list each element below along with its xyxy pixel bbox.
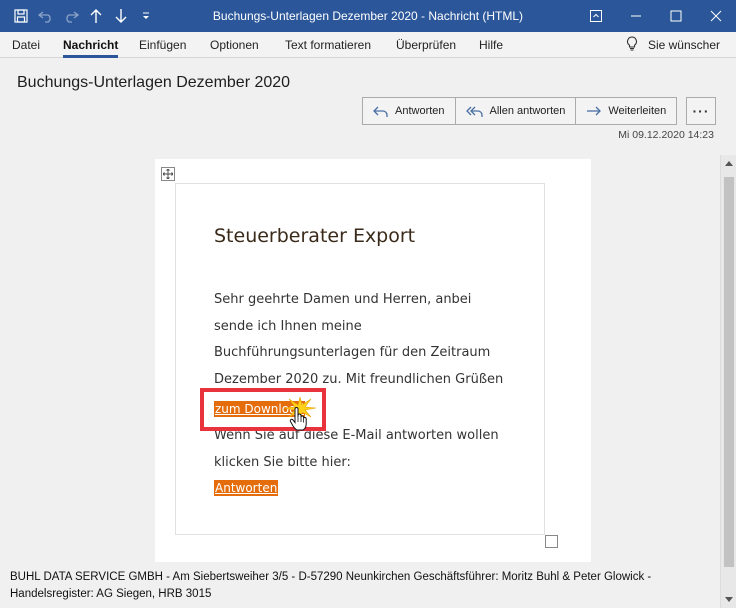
table-move-handle-icon[interactable] (161, 167, 175, 181)
menu-ueberpruefen[interactable]: Überprüfen (396, 32, 456, 58)
menu-text-formatieren[interactable]: Text formatieren (285, 32, 371, 58)
window-controls (576, 0, 736, 32)
scroll-down-icon[interactable] (721, 592, 736, 608)
company-footer: BUHL DATA SERVICE GMBH - Am Siebertsweih… (0, 565, 720, 608)
customize-icon[interactable] (133, 0, 158, 32)
reply-all-icon (465, 104, 484, 118)
down-arrow-icon[interactable] (108, 0, 133, 32)
message-datetime: Mi 09.12.2020 14:23 (618, 129, 714, 141)
menu-optionen[interactable]: Optionen (210, 32, 259, 58)
redo-icon[interactable] (58, 0, 83, 32)
menu-einfuegen[interactable]: Einfügen (139, 32, 186, 58)
menu-nachricht[interactable]: Nachricht (63, 32, 119, 58)
more-actions-button[interactable]: ··· (686, 97, 716, 125)
lightbulb-icon (626, 36, 638, 54)
save-icon[interactable] (8, 0, 33, 32)
vertical-scrollbar[interactable] (720, 155, 736, 608)
mail-heading: Steuerberater Export (214, 225, 416, 247)
up-arrow-icon[interactable] (83, 0, 108, 32)
menu-datei[interactable]: Datei (12, 32, 40, 58)
quick-access-toolbar (0, 0, 158, 32)
message-actions: Antworten Allen antworten Weiterleiten (362, 97, 678, 125)
footer-line-2: Handelsregister: AG Siegen, HRB 3015 (10, 588, 212, 600)
mail-content: Steuerberater Export Sehr geehrte Damen … (155, 159, 591, 562)
scrollbar-thumb[interactable] (724, 177, 734, 567)
menu-hilfe[interactable]: Hilfe (479, 32, 503, 58)
minimize-icon[interactable] (616, 0, 656, 32)
forward-label: Weiterleiten (608, 105, 667, 117)
forward-button[interactable]: Weiterleiten (575, 97, 678, 125)
hand-cursor-icon (289, 407, 307, 431)
forward-icon (586, 104, 602, 118)
message-subject: Buchungs-Unterlagen Dezember 2020 (17, 74, 291, 91)
footer-line-1: BUHL DATA SERVICE GMBH - Am Siebertsweih… (10, 571, 652, 583)
message-body-area: Steuerberater Export Sehr geehrte Damen … (0, 155, 720, 565)
undo-icon[interactable] (33, 0, 58, 32)
reply-link[interactable]: Antworten (214, 480, 279, 496)
ribbon-display-icon[interactable] (576, 0, 616, 32)
title-bar: Buchungs-Unterlagen Dezember 2020 - Nach… (0, 0, 736, 32)
reply-all-button[interactable]: Allen antworten (454, 97, 577, 125)
message-header: Buchungs-Unterlagen Dezember 2020 Antwor… (0, 59, 736, 155)
reply-all-label: Allen antworten (489, 105, 566, 117)
maximize-icon[interactable] (656, 0, 696, 32)
reply-icon (373, 104, 389, 118)
menu-bar: Datei Nachricht Einfügen Optionen Text f… (0, 32, 736, 58)
reply-label: Antworten (395, 105, 445, 117)
scroll-up-icon[interactable] (721, 155, 736, 171)
tell-me-search[interactable]: Sie wünscher (626, 32, 720, 58)
table-resize-handle[interactable] (545, 535, 558, 548)
tell-me-label: Sie wünscher (647, 38, 720, 52)
mail-paragraph: Sehr geehrte Damen und Herren, anbei sen… (214, 292, 504, 387)
close-icon[interactable] (696, 0, 736, 32)
reply-button[interactable]: Antworten (362, 97, 456, 125)
